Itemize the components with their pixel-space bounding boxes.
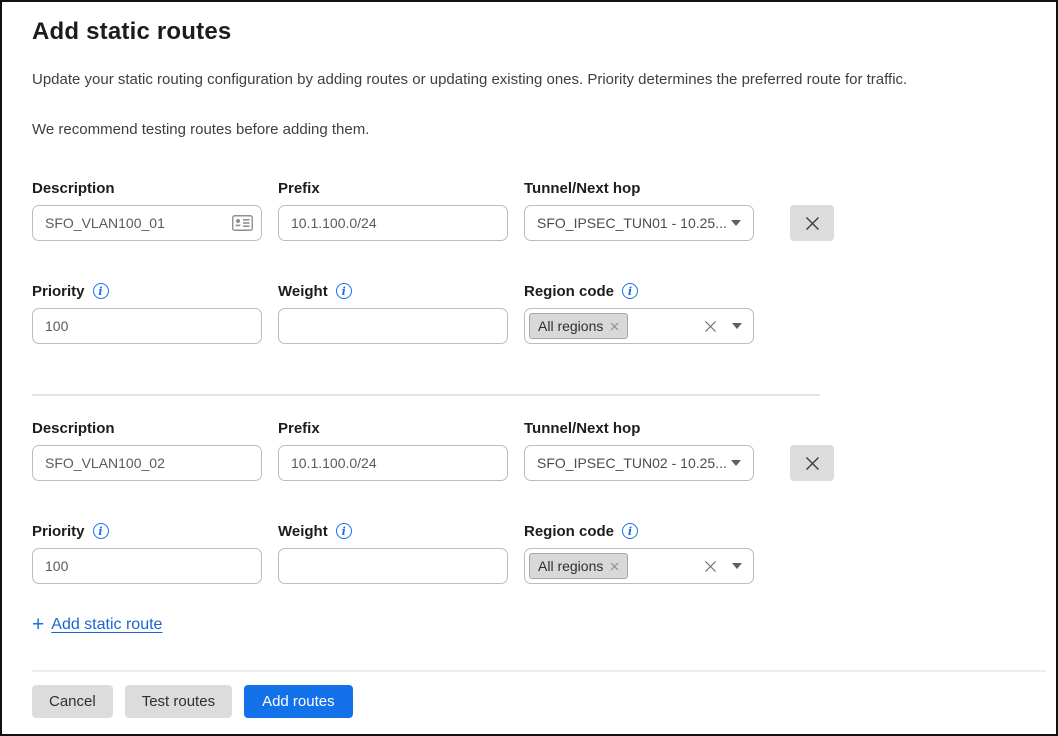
chevron-down-icon — [732, 563, 742, 569]
priority-label: Priority — [32, 521, 262, 541]
dialog-content: Add static routes Update your static rou… — [2, 2, 1056, 636]
prefix-label: Prefix — [278, 178, 508, 198]
weight-input[interactable] — [278, 548, 508, 584]
info-icon[interactable] — [622, 523, 638, 539]
route-2-description-field: Description — [32, 418, 262, 481]
region-code-label-text: Region code — [524, 523, 614, 540]
weight-label-text: Weight — [278, 523, 328, 540]
dialog-description: Update your static routing configuration… — [32, 70, 1030, 90]
route-1-main-row: Description — [32, 178, 1030, 241]
clear-selection-icon[interactable] — [704, 560, 717, 573]
prefix-input[interactable] — [278, 445, 508, 481]
remove-route-button[interactable] — [790, 205, 834, 241]
region-code-select[interactable]: All regions — [524, 548, 754, 584]
weight-input[interactable] — [278, 308, 508, 344]
route-2-main-row: Description Prefix Tunnel/Next hop SFO_I… — [32, 418, 1030, 481]
region-tag-chip: All regions — [529, 313, 628, 339]
info-icon[interactable] — [336, 523, 352, 539]
route-group-2: Description Prefix Tunnel/Next hop SFO_I… — [32, 418, 1030, 584]
priority-input[interactable] — [32, 308, 262, 344]
tunnel-selected-value: SFO_IPSEC_TUN02 - 10.25... — [537, 455, 727, 471]
chip-remove-icon[interactable] — [610, 322, 619, 331]
dialog-recommendation: We recommend testing routes before addin… — [32, 120, 1030, 140]
region-tag-label: All regions — [538, 318, 603, 334]
route-1-region-field: Region code All regions — [524, 281, 754, 344]
route-1-weight-field: Weight — [278, 281, 508, 344]
tunnel-next-hop-label: Tunnel/Next hop — [524, 418, 754, 438]
region-code-label: Region code — [524, 281, 754, 301]
region-code-select[interactable]: All regions — [524, 308, 754, 344]
test-routes-button[interactable]: Test routes — [125, 685, 232, 718]
route-1-prefix-field: Prefix — [278, 178, 508, 241]
region-tag-chip: All regions — [529, 553, 628, 579]
info-icon[interactable] — [336, 283, 352, 299]
add-static-route-label: Add static route — [51, 616, 162, 634]
tunnel-next-hop-label: Tunnel/Next hop — [524, 178, 754, 198]
description-label: Description — [32, 418, 262, 438]
priority-input[interactable] — [32, 548, 262, 584]
route-2-secondary-row: Priority Weight Region code — [32, 521, 1030, 584]
region-code-label: Region code — [524, 521, 754, 541]
route-2-region-field: Region code All regions — [524, 521, 754, 584]
route-2-prefix-field: Prefix — [278, 418, 508, 481]
add-static-routes-dialog: Add static routes Update your static rou… — [0, 0, 1058, 736]
tunnel-next-hop-select[interactable]: SFO_IPSEC_TUN02 - 10.25... — [524, 445, 754, 481]
priority-label: Priority — [32, 281, 262, 301]
route-1-secondary-row: Priority Weight Region code — [32, 281, 1030, 344]
page-title: Add static routes — [32, 18, 1030, 46]
chevron-down-icon — [732, 323, 742, 329]
description-input[interactable] — [32, 445, 262, 481]
dialog-footer: Cancel Test routes Add routes — [32, 670, 1046, 718]
route-1-tunnel-field: Tunnel/Next hop SFO_IPSEC_TUN01 - 10.25.… — [524, 178, 754, 241]
remove-route-button[interactable] — [790, 445, 834, 481]
tunnel-selected-value: SFO_IPSEC_TUN01 - 10.25... — [537, 215, 727, 231]
route-1-priority-field: Priority — [32, 281, 262, 344]
weight-label: Weight — [278, 521, 508, 541]
tunnel-next-hop-select[interactable]: SFO_IPSEC_TUN01 - 10.25... — [524, 205, 754, 241]
add-routes-button[interactable]: Add routes — [244, 685, 353, 718]
info-icon[interactable] — [93, 523, 109, 539]
region-tag-label: All regions — [538, 558, 603, 574]
chip-remove-icon[interactable] — [610, 562, 619, 571]
priority-label-text: Priority — [32, 523, 85, 540]
description-label: Description — [32, 178, 262, 198]
weight-label: Weight — [278, 281, 508, 301]
route-group-1: Description — [32, 178, 1030, 344]
info-icon[interactable] — [622, 283, 638, 299]
chevron-down-icon — [731, 220, 741, 226]
plus-icon: + — [32, 614, 44, 635]
cancel-button[interactable]: Cancel — [32, 685, 113, 718]
route-divider — [32, 394, 820, 396]
route-2-tunnel-field: Tunnel/Next hop SFO_IPSEC_TUN02 - 10.25.… — [524, 418, 754, 481]
weight-label-text: Weight — [278, 283, 328, 300]
clear-selection-icon[interactable] — [704, 320, 717, 333]
prefix-label: Prefix — [278, 418, 508, 438]
prefix-input[interactable] — [278, 205, 508, 241]
add-static-route-link[interactable]: + Add static route — [32, 614, 162, 635]
priority-label-text: Priority — [32, 283, 85, 300]
route-1-description-field: Description — [32, 178, 262, 241]
close-icon — [804, 215, 821, 232]
route-2-weight-field: Weight — [278, 521, 508, 584]
description-input[interactable] — [32, 205, 262, 241]
chevron-down-icon — [731, 460, 741, 466]
region-code-label-text: Region code — [524, 283, 614, 300]
close-icon — [804, 455, 821, 472]
route-2-priority-field: Priority — [32, 521, 262, 584]
info-icon[interactable] — [93, 283, 109, 299]
contact-card-icon[interactable] — [232, 215, 253, 231]
